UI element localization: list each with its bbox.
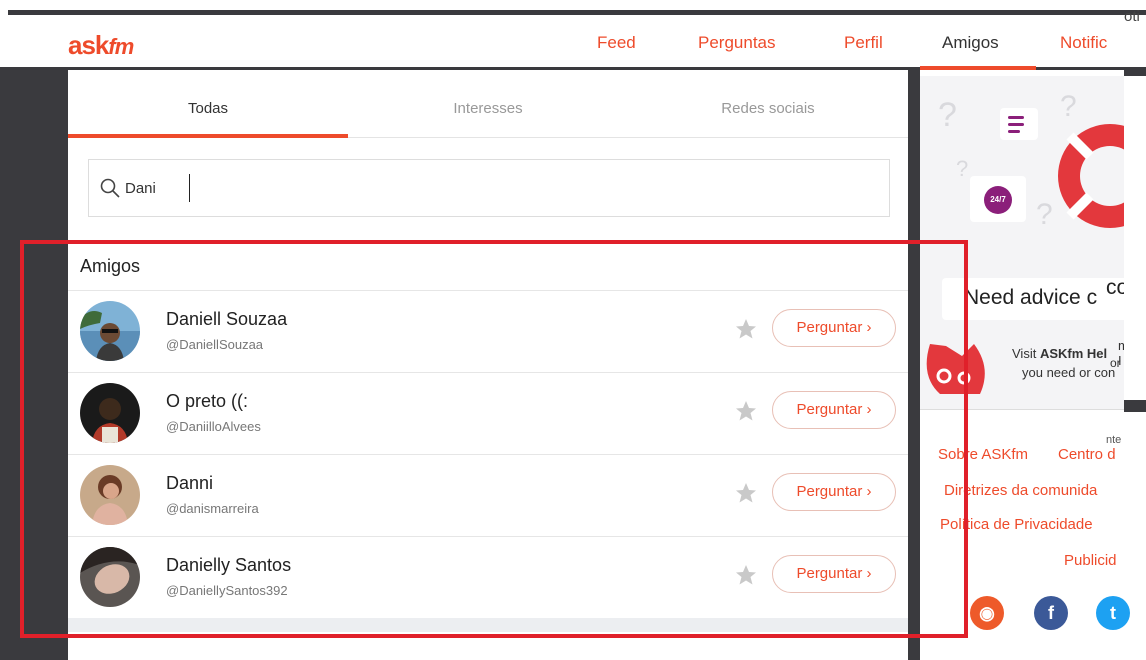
link-sobre[interactable]: Sobre ASKfm — [938, 446, 1028, 463]
overlapped-window-text: oti — [1124, 8, 1140, 25]
right-bar-middle — [1124, 400, 1146, 412]
list-item[interactable]: Danielly Santos @DaniellySantos392 Pergu… — [68, 536, 908, 618]
window-top-border — [8, 10, 1146, 15]
friends-list: Daniell Souzaa @DaniellSouzaa Perguntar … — [68, 290, 908, 618]
avatar[interactable] — [80, 301, 140, 361]
link-diretrizes[interactable]: Diretrizes da comunida — [944, 482, 1097, 499]
friend-name[interactable]: O preto ((: — [166, 391, 248, 412]
window-top-strip — [0, 0, 1146, 16]
friends-panel: Todas Interesses Redes sociais Amigos Da… — [68, 70, 908, 660]
nav-amigos[interactable]: Amigos — [942, 33, 999, 53]
list-item[interactable]: Danni @danismarreira Perguntar › — [68, 454, 908, 536]
promo-title: Need advice c — [964, 286, 1098, 309]
top-header: askfm Feed Perguntas Perfil Amigos Notif… — [0, 16, 1146, 70]
right-background — [1124, 70, 1146, 660]
help-promo-banner[interactable]: ? ? ? ? 24/7 Need advice c co Visit ASKf… — [920, 76, 1124, 410]
friend-name[interactable]: Danni — [166, 473, 213, 494]
svg-text:?: ? — [938, 96, 957, 134]
ask-button[interactable]: Perguntar › — [772, 555, 896, 593]
twitter-icon[interactable]: t — [1096, 596, 1130, 630]
tab-todas[interactable]: Todas — [68, 70, 348, 138]
list-footer — [68, 618, 908, 632]
avatar[interactable] — [80, 465, 140, 525]
star-icon[interactable] — [734, 317, 758, 341]
section-title: Amigos — [80, 256, 141, 276]
friend-handle: @DaniellySantos392 — [166, 583, 288, 598]
nav-feed[interactable]: Feed — [597, 33, 636, 53]
ask-button[interactable]: Perguntar › — [772, 473, 896, 511]
avatar[interactable] — [80, 383, 140, 443]
search-icon — [100, 178, 120, 198]
right-bar-top — [1124, 70, 1146, 76]
logo-suffix: fm — [108, 34, 134, 59]
link-privacidade[interactable]: Política de Privacidade — [940, 516, 1093, 533]
friends-tabs: Todas Interesses Redes sociais — [68, 70, 908, 138]
tab-interesses[interactable]: Interesses — [348, 70, 628, 138]
nav-perfil[interactable]: Perfil — [844, 33, 883, 53]
link-publicidade[interactable]: Publicid — [1064, 552, 1117, 569]
star-icon[interactable] — [734, 563, 758, 587]
badge-247: 24/7 — [984, 186, 1012, 214]
friend-handle: @danismarreira — [166, 501, 259, 516]
askfm-social-icon[interactable]: ◉ — [970, 596, 1004, 630]
overlapped-link-text: nte — [1106, 434, 1122, 446]
friend-name[interactable]: Danielly Santos — [166, 555, 291, 576]
star-icon[interactable] — [734, 399, 758, 423]
friend-handle: @DaniellSouzaa — [166, 337, 264, 352]
footer-links: Sobre ASKfm Centro d Diretrizes da comun… — [920, 412, 1130, 660]
search-input[interactable] — [125, 172, 865, 204]
friend-handle: @DaniilloAlvees — [166, 419, 261, 434]
svg-text:?: ? — [956, 156, 968, 181]
friend-search-box[interactable] — [88, 159, 890, 217]
askfm-logo[interactable]: askfm — [68, 30, 134, 61]
promo-help-link[interactable]: ASKfm Hel — [1040, 346, 1107, 361]
svg-text:?: ? — [1060, 90, 1077, 123]
column-divider — [908, 70, 920, 660]
nav-notificacoes[interactable]: Notific — [1060, 33, 1107, 53]
logo-text: ask — [68, 30, 109, 60]
ask-button[interactable]: Perguntar › — [772, 391, 896, 429]
facebook-icon[interactable]: f — [1034, 596, 1068, 630]
svg-text:?: ? — [1036, 198, 1053, 231]
link-centro[interactable]: Centro d — [1058, 446, 1116, 463]
promo-text1-start: Visit — [1012, 346, 1040, 361]
nav-active-indicator — [920, 66, 1036, 70]
promo-overlap-text: co — [1106, 276, 1124, 299]
left-background — [0, 70, 68, 660]
nav-perguntas[interactable]: Perguntas — [698, 33, 776, 53]
list-item[interactable]: O preto ((: @DaniilloAlvees Perguntar › — [68, 372, 908, 454]
text-caret — [189, 174, 190, 202]
list-item[interactable]: Daniell Souzaa @DaniellSouzaa Perguntar … — [68, 290, 908, 372]
star-icon[interactable] — [734, 481, 758, 505]
tab-redes-sociais[interactable]: Redes sociais — [628, 70, 908, 138]
avatar[interactable] — [80, 547, 140, 607]
promo-text-line1: Visit ASKfm Hel — [1012, 346, 1107, 361]
friend-name[interactable]: Daniell Souzaa — [166, 309, 287, 330]
ask-button[interactable]: Perguntar › — [772, 309, 896, 347]
tab-active-indicator — [68, 134, 348, 138]
promo-text-line2: you need or con — [1022, 365, 1116, 380]
